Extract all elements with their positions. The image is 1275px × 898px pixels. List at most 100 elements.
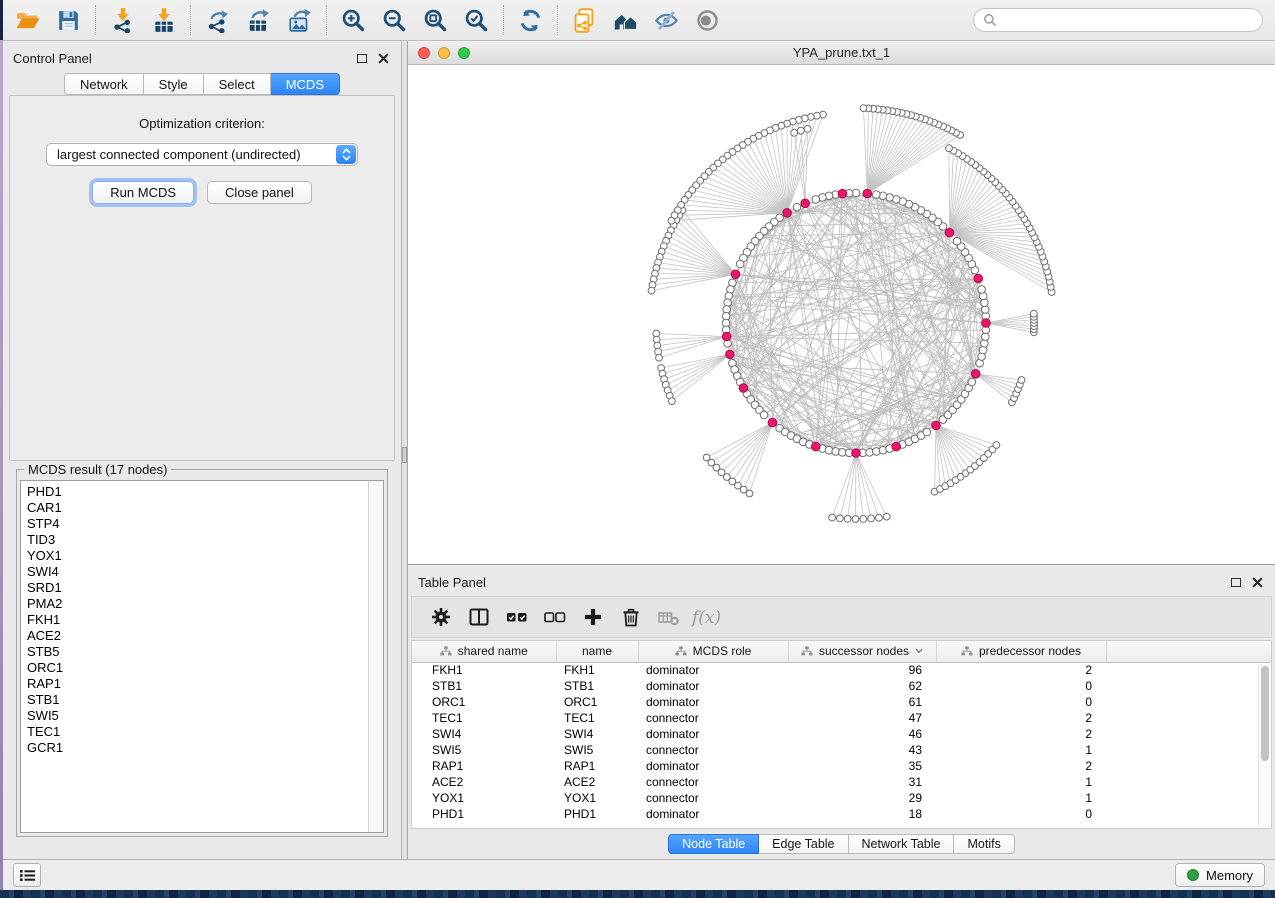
export-table-button[interactable] (238, 2, 279, 38)
table-row[interactable]: YOX1YOX1connector291 (412, 790, 1271, 806)
result-scrollbar[interactable] (368, 481, 383, 832)
network-node[interactable] (868, 515, 875, 522)
network-node[interactable] (968, 378, 976, 386)
search-input[interactable] (1003, 13, 1253, 28)
mcds-node[interactable] (726, 350, 735, 359)
close-panel-icon[interactable] (378, 53, 389, 64)
result-list-item[interactable]: ACE2 (27, 628, 368, 644)
show-all-button[interactable] (687, 2, 728, 38)
scrollbar-thumb[interactable] (1261, 666, 1269, 761)
mcds-node[interactable] (722, 332, 731, 341)
network-node[interactable] (837, 515, 844, 522)
tab-mcds[interactable]: MCDS (271, 73, 340, 95)
mcds-node[interactable] (838, 189, 847, 198)
tab-network[interactable]: Network (64, 73, 144, 95)
mcds-node[interactable] (945, 228, 954, 237)
mcds-node[interactable] (783, 209, 792, 218)
mcds-node[interactable] (852, 449, 861, 458)
delete-table-button[interactable] (650, 600, 688, 634)
split-columns-button[interactable] (460, 600, 498, 634)
result-list-item[interactable]: STP4 (27, 516, 368, 532)
minimize-window-icon[interactable] (438, 47, 450, 59)
zoom-selected-button[interactable] (456, 2, 497, 38)
mcds-node[interactable] (982, 319, 991, 328)
table-row[interactable]: STB1STB1dominator620 (412, 678, 1271, 694)
network-node[interactable] (736, 260, 744, 268)
table-tab-network-table[interactable]: Network Table (849, 834, 955, 854)
mcds-node[interactable] (863, 189, 872, 198)
result-list-item[interactable]: PMA2 (27, 596, 368, 612)
result-list-item[interactable]: TID3 (27, 532, 368, 548)
zoom-fit-button[interactable] (415, 2, 456, 38)
table-row[interactable]: SWI4SWI4dominator462 (412, 726, 1271, 742)
delete-column-button[interactable] (612, 600, 650, 634)
table-row[interactable]: TEC1TEC1connector472 (412, 710, 1271, 726)
result-list-item[interactable]: YOX1 (27, 548, 368, 564)
mcds-node[interactable] (801, 199, 810, 208)
function-builder-button[interactable]: f(x) (688, 600, 726, 634)
network-node[interactable] (746, 490, 753, 497)
result-list-item[interactable]: SWI5 (27, 708, 368, 724)
hide-selected-button[interactable] (646, 2, 687, 38)
network-node[interactable] (873, 191, 881, 199)
network-node[interactable] (946, 145, 953, 152)
table-row[interactable]: ORC1ORC1dominator610 (412, 694, 1271, 710)
table-row[interactable]: PHD1PHD1dominator180 (412, 806, 1271, 822)
result-list-item[interactable]: FKH1 (27, 612, 368, 628)
network-node[interactable] (852, 516, 859, 523)
mcds-node[interactable] (974, 274, 983, 283)
network-node[interactable] (791, 129, 798, 136)
panel-divider[interactable] (401, 41, 408, 859)
network-node[interactable] (829, 514, 836, 521)
select-all-checkboxes-button[interactable] (498, 600, 536, 634)
mcds-node[interactable] (731, 270, 740, 279)
column-header-predecessor-nodes[interactable]: predecessor nodes (936, 641, 1106, 662)
network-node[interactable] (953, 237, 961, 245)
export-network-button[interactable] (197, 2, 238, 38)
export-image-button[interactable] (279, 2, 320, 38)
save-session-button[interactable] (48, 2, 89, 38)
table-settings-button[interactable] (422, 600, 460, 634)
export-document-network-button[interactable] (564, 2, 605, 38)
network-node[interactable] (923, 428, 931, 436)
network-node[interactable] (1030, 310, 1037, 317)
result-list-item[interactable]: GCR1 (27, 740, 368, 756)
table-row[interactable]: FKH1FKH1dominator962 (412, 662, 1271, 678)
zoom-out-button[interactable] (374, 2, 415, 38)
mcds-node[interactable] (812, 442, 821, 451)
criterion-select[interactable]: largest connected component (undirected) (46, 143, 358, 166)
network-node[interactable] (812, 196, 820, 204)
network-node[interactable] (669, 398, 676, 405)
result-list-item[interactable]: ORC1 (27, 660, 368, 676)
result-list-item[interactable]: PHD1 (27, 484, 368, 500)
import-table-button[interactable] (143, 2, 184, 38)
network-node[interactable] (860, 516, 867, 523)
column-header-shared-name[interactable]: shared name (412, 641, 556, 662)
close-window-icon[interactable] (418, 47, 430, 59)
memory-button[interactable]: Memory (1175, 863, 1265, 887)
network-node[interactable] (993, 442, 1000, 449)
run-mcds-button[interactable]: Run MCDS (92, 181, 194, 204)
network-node[interactable] (798, 127, 805, 134)
import-network-button[interactable] (102, 2, 143, 38)
tab-style[interactable]: Style (144, 73, 204, 95)
table-scrollbar[interactable] (1258, 664, 1270, 826)
close-table-panel-icon[interactable] (1252, 577, 1263, 588)
nested-networks-button[interactable] (605, 2, 646, 38)
table-tab-edge-table[interactable]: Edge Table (759, 834, 848, 854)
column-header-successor-nodes[interactable]: successor nodes (788, 641, 936, 662)
clear-checkboxes-button[interactable] (536, 600, 574, 634)
add-column-button[interactable] (574, 600, 612, 634)
table-row[interactable]: RAP1RAP1dominator352 (412, 758, 1271, 774)
network-node[interactable] (860, 105, 867, 112)
table-row[interactable]: SWI5SWI5connector431 (412, 742, 1271, 758)
table-row[interactable]: ACE2ACE2connector311 (412, 774, 1271, 790)
result-list-item[interactable]: STB1 (27, 692, 368, 708)
float-table-panel-icon[interactable] (1231, 578, 1241, 587)
network-node[interactable] (793, 203, 801, 211)
network-canvas[interactable] (408, 65, 1275, 565)
tab-select[interactable]: Select (204, 73, 271, 95)
network-node[interactable] (760, 411, 768, 419)
close-panel-button[interactable]: Close panel (207, 181, 312, 204)
result-list-item[interactable]: TEC1 (27, 724, 368, 740)
